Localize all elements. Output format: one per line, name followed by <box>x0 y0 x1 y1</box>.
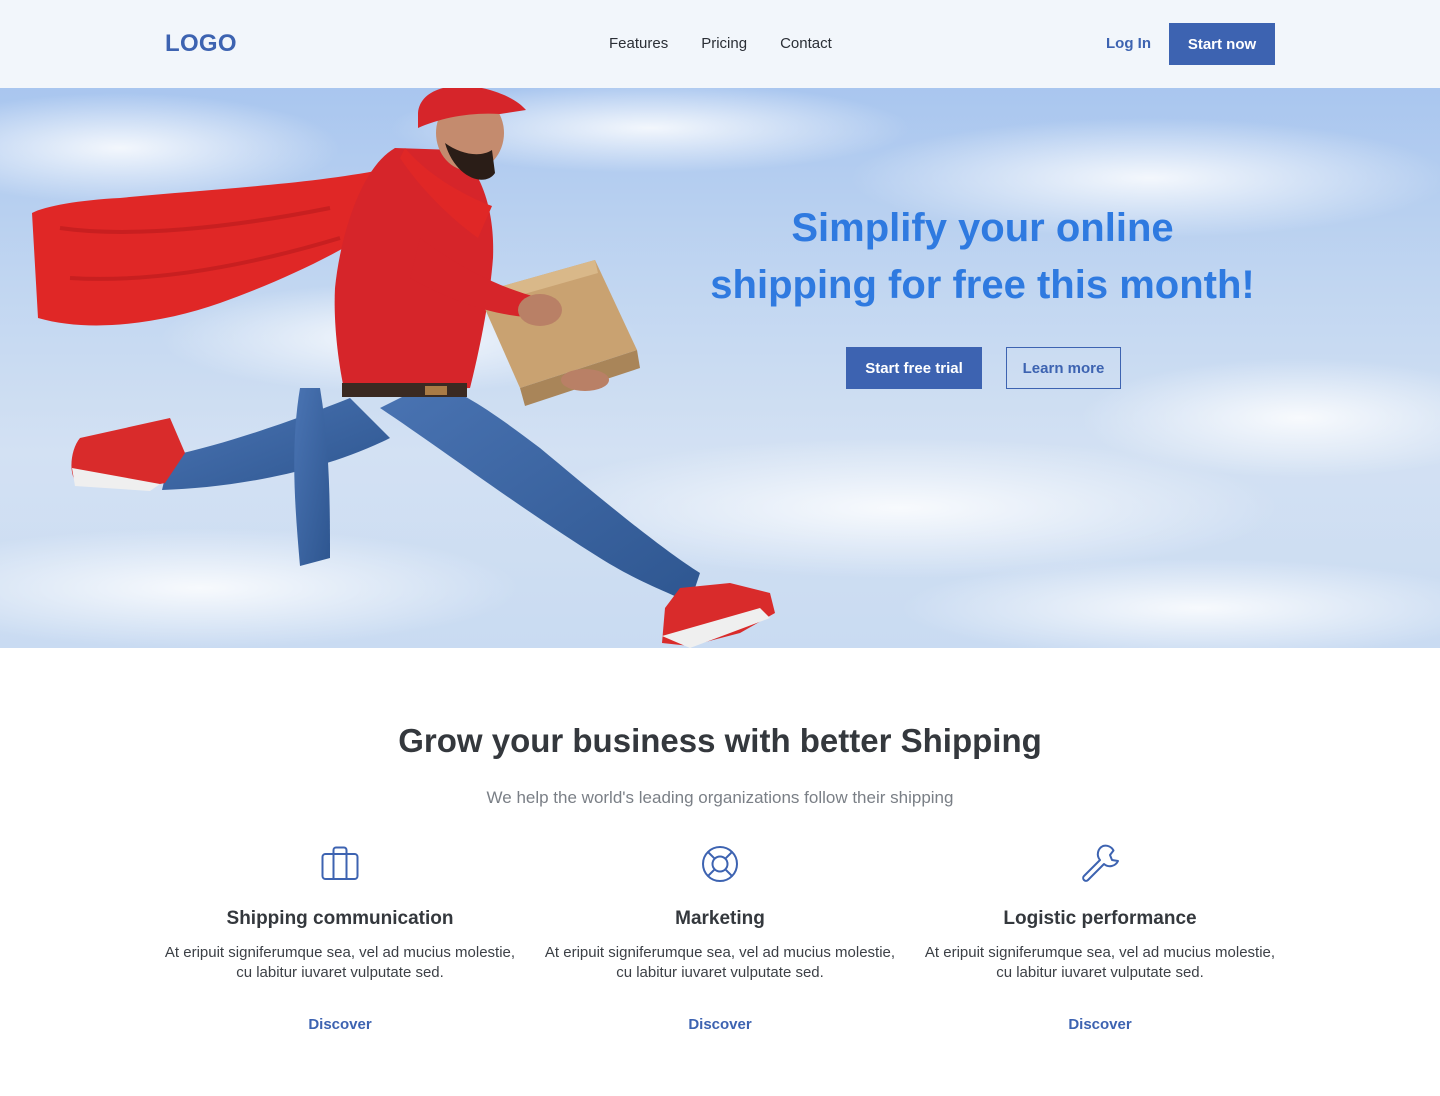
hero-image <box>0 88 1440 648</box>
discover-link[interactable]: Discover <box>308 1016 371 1033</box>
feature-card-shipping-communication: Shipping communication At eripuit signif… <box>160 842 520 1034</box>
feature-description-line-1: At eripuit signiferumque sea, vel ad muc… <box>544 944 896 961</box>
hero-section: Simplify your online shipping for free t… <box>0 88 1440 648</box>
feature-description: At eripuit signiferumque sea, vel ad muc… <box>920 943 1280 983</box>
start-now-button[interactable]: Start now <box>1169 23 1275 65</box>
feature-title: Shipping communication <box>226 908 454 929</box>
feature-card-marketing: Marketing At eripuit signiferumque sea, … <box>540 842 900 1034</box>
feature-description-line-1: At eripuit signiferumque sea, vel ad muc… <box>924 944 1276 961</box>
feature-description-line-2: cu labitur iuvaret vulputate sed. <box>996 964 1204 981</box>
discover-link[interactable]: Discover <box>1068 1016 1131 1033</box>
logo[interactable]: LOGO <box>165 30 237 58</box>
discover-link[interactable]: Discover <box>688 1016 751 1033</box>
section-subtitle: We help the world's leading organization… <box>486 788 954 807</box>
nav-link-pricing[interactable]: Pricing <box>701 35 747 52</box>
feature-card-logistic-performance: Logistic performance At eripuit signifer… <box>920 842 1280 1034</box>
feature-description: At eripuit signiferumque sea, vel ad muc… <box>160 943 520 983</box>
feature-title: Marketing <box>675 908 765 929</box>
hero-title-line-1: Simplify your online <box>791 206 1174 250</box>
hero-title-line-2: shipping for free this month! <box>710 263 1255 307</box>
learn-more-button[interactable]: Learn more <box>1006 347 1121 389</box>
briefcase-icon <box>318 842 362 886</box>
site-header: LOGO Features Pricing Contact Log In Sta… <box>0 0 1440 88</box>
feature-description: At eripuit signiferumque sea, vel ad muc… <box>540 943 900 983</box>
start-free-trial-button[interactable]: Start free trial <box>846 347 982 389</box>
feature-description-line-2: cu labitur iuvaret vulputate sed. <box>236 964 444 981</box>
wrench-icon <box>1078 842 1122 886</box>
feature-title: Logistic performance <box>1003 908 1197 929</box>
section-title: Grow your business with better Shipping <box>398 722 1042 759</box>
nav-link-features[interactable]: Features <box>609 35 668 52</box>
life-buoy-icon <box>698 842 742 886</box>
nav-link-contact[interactable]: Contact <box>780 35 832 52</box>
hero-title: Simplify your online shipping for free t… <box>680 200 1285 314</box>
login-link[interactable]: Log In <box>1106 35 1151 52</box>
main-nav: Features Pricing Contact <box>609 35 865 52</box>
feature-description-line-2: cu labitur iuvaret vulputate sed. <box>616 964 824 981</box>
feature-description-line-1: At eripuit signiferumque sea, vel ad muc… <box>164 944 516 961</box>
